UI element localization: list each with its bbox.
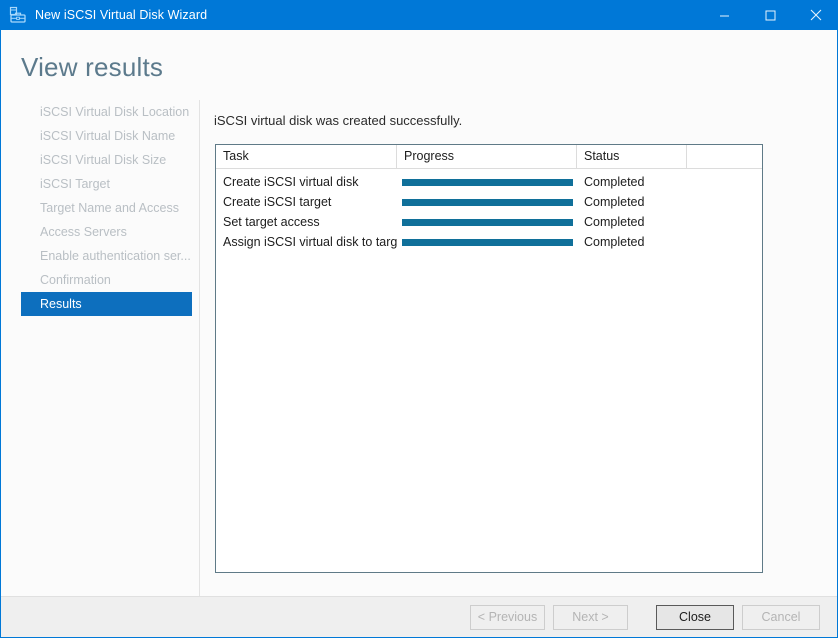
progress-bar (402, 178, 573, 186)
next-button[interactable]: Next > (553, 605, 628, 630)
cell-task: Set target access (223, 215, 320, 229)
table-row[interactable]: Set target access Completed (216, 212, 762, 232)
table-row[interactable]: Create iSCSI target Completed (216, 192, 762, 212)
cell-task: Assign iSCSI virtual disk to target (223, 235, 397, 249)
nav-item-iscsi-virtual-disk-name[interactable]: iSCSI Virtual Disk Name (21, 124, 192, 148)
progress-bar (402, 218, 573, 226)
previous-button[interactable]: < Previous (470, 605, 545, 630)
title-bar: New iSCSI Virtual Disk Wizard (1, 0, 837, 30)
nav-item-enable-authentication-service[interactable]: Enable authentication ser... (21, 244, 192, 268)
cell-status: Completed (584, 215, 645, 229)
column-header-task[interactable]: Task (216, 145, 397, 168)
window-controls (701, 0, 837, 30)
column-header-blank[interactable] (687, 145, 762, 168)
iscsi-virtual-disk-icon (9, 6, 26, 23)
cell-progress (397, 238, 577, 246)
window-title: New iSCSI Virtual Disk Wizard (35, 8, 208, 22)
cell-progress (397, 178, 577, 186)
column-header-progress[interactable]: Progress (397, 145, 577, 168)
results-table: Task Progress Status Create iSCSI virtua… (215, 144, 763, 573)
nav-item-iscsi-virtual-disk-location[interactable]: iSCSI Virtual Disk Location (21, 100, 192, 124)
progress-bar-fill (402, 218, 573, 226)
cancel-button[interactable]: Cancel (742, 605, 820, 630)
maximize-button[interactable] (747, 0, 793, 30)
nav-item-access-servers[interactable]: Access Servers (21, 220, 192, 244)
close-window-button[interactable] (793, 0, 837, 30)
wizard-footer: < Previous Next > Close Cancel (1, 596, 837, 637)
cell-status: Completed (584, 195, 645, 209)
close-icon (810, 9, 822, 21)
cell-task: Create iSCSI virtual disk (223, 175, 359, 189)
result-message: iSCSI virtual disk was created successfu… (214, 113, 463, 128)
cell-task: Create iSCSI target (223, 195, 332, 209)
close-button[interactable]: Close (656, 605, 734, 630)
content-pane: iSCSI virtual disk was created successfu… (201, 100, 837, 596)
progress-bar (402, 198, 573, 206)
wizard-step-nav: iSCSI Virtual Disk Location iSCSI Virtua… (1, 100, 200, 596)
nav-item-iscsi-target[interactable]: iSCSI Target (21, 172, 192, 196)
cell-progress (397, 198, 577, 206)
minimize-icon (719, 15, 729, 16)
nav-item-target-name-and-access[interactable]: Target Name and Access (21, 196, 192, 220)
page-title: View results (21, 52, 164, 82)
progress-bar-fill (402, 238, 573, 246)
maximize-icon (765, 10, 775, 20)
iscsi-wizard-window: New iSCSI Virtual Disk Wizard View resul (0, 0, 838, 638)
cell-progress (397, 218, 577, 226)
progress-bar (402, 238, 573, 246)
table-header-row: Task Progress Status (216, 145, 762, 169)
table-body: Create iSCSI virtual disk Completed Crea… (216, 169, 762, 252)
table-row[interactable]: Assign iSCSI virtual disk to target Comp… (216, 232, 762, 252)
nav-item-results[interactable]: Results (21, 292, 192, 316)
column-header-status[interactable]: Status (577, 145, 687, 168)
progress-bar-fill (402, 198, 573, 206)
minimize-button[interactable] (701, 0, 747, 30)
cell-status: Completed (584, 235, 645, 249)
progress-bar-fill (402, 178, 573, 186)
nav-item-confirmation[interactable]: Confirmation (21, 268, 192, 292)
table-row[interactable]: Create iSCSI virtual disk Completed (216, 172, 762, 192)
cell-status: Completed (584, 175, 645, 189)
nav-item-iscsi-virtual-disk-size[interactable]: iSCSI Virtual Disk Size (21, 148, 192, 172)
